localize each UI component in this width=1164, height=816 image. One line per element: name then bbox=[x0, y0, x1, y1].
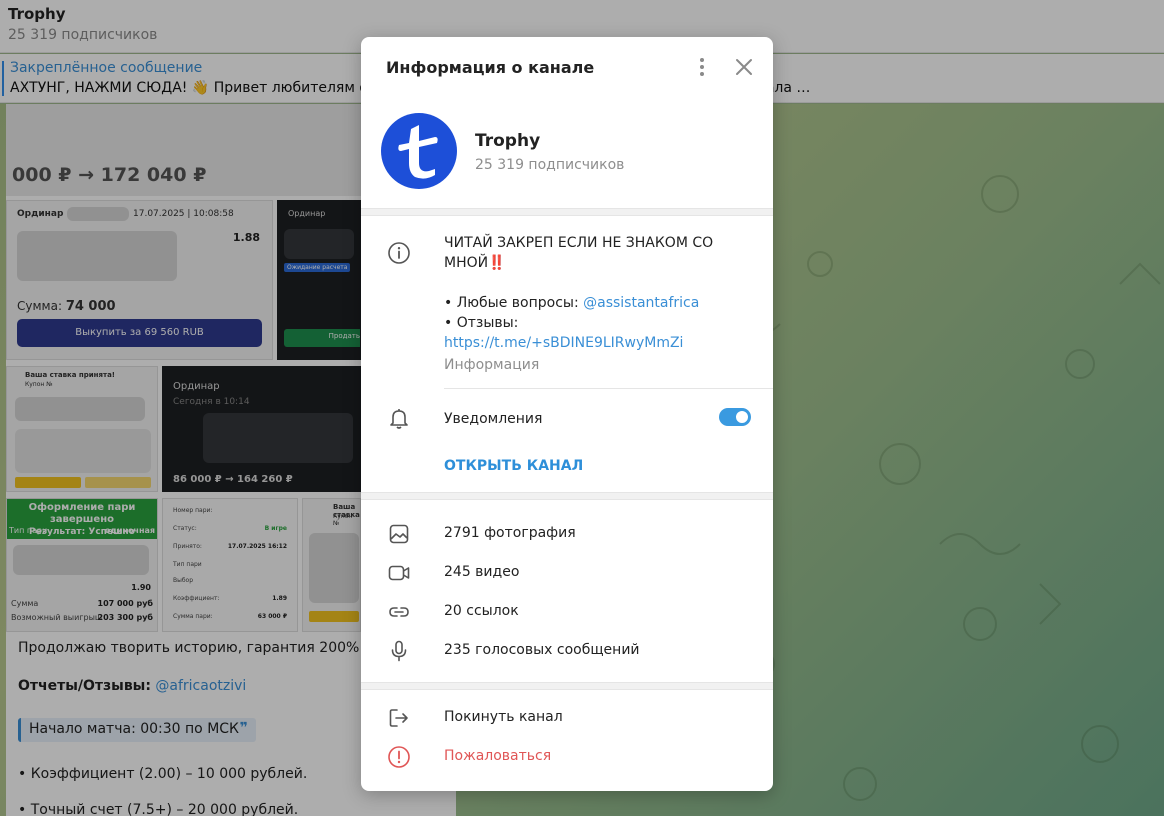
notifications-label: Уведомления bbox=[444, 411, 543, 427]
leave-icon bbox=[387, 706, 411, 730]
description-gap bbox=[444, 273, 744, 293]
divider bbox=[444, 388, 773, 389]
info-icon bbox=[387, 241, 411, 265]
questions-link[interactable]: @assistantafrica bbox=[583, 295, 699, 311]
channel-name: Trophy bbox=[475, 131, 541, 151]
media-videos[interactable]: 245 видео bbox=[444, 564, 519, 580]
more-options-icon[interactable] bbox=[693, 56, 711, 78]
link-icon bbox=[387, 600, 411, 624]
questions-label: • Любые вопросы: bbox=[444, 295, 579, 311]
dialog-title: Информация о канале bbox=[386, 58, 595, 77]
close-icon[interactable] bbox=[733, 56, 755, 78]
microphone-icon bbox=[387, 639, 411, 663]
section-separator bbox=[361, 682, 773, 690]
report-button[interactable]: Пожаловаться bbox=[444, 748, 551, 764]
report-icon bbox=[387, 745, 411, 769]
description-line-1: ЧИТАЙ ЗАКРЕП ЕСЛИ НЕ ЗНАКОМ СО МНОЙ‼️ bbox=[444, 235, 714, 271]
description-reviews-label: • Отзывы: bbox=[444, 315, 519, 331]
reviews-link[interactable]: https://t.me/+sBDINE9LIRwyMmZi bbox=[444, 333, 744, 353]
video-icon bbox=[387, 561, 411, 585]
leave-channel-button[interactable]: Покинуть канал bbox=[444, 709, 563, 725]
media-voice[interactable]: 235 голосовых сообщений bbox=[444, 642, 640, 658]
dialog-header: Информация о канале bbox=[361, 37, 773, 99]
channel-subscribers: 25 319 подписчиков bbox=[475, 157, 625, 173]
toggle-knob bbox=[734, 409, 750, 425]
channel-info-dialog: Информация о канале Trophy 25 319 подпис… bbox=[361, 37, 773, 791]
notifications-toggle[interactable] bbox=[719, 408, 751, 426]
description-caption: Информация bbox=[444, 357, 540, 373]
section-separator bbox=[361, 208, 773, 216]
channel-logo-icon bbox=[398, 125, 438, 179]
media-photos[interactable]: 2791 фотография bbox=[444, 525, 576, 541]
open-channel-button[interactable]: ОТКРЫТЬ КАНАЛ bbox=[444, 458, 583, 474]
channel-avatar[interactable] bbox=[381, 113, 457, 189]
section-separator bbox=[361, 492, 773, 500]
bell-icon bbox=[387, 406, 411, 430]
media-links[interactable]: 20 ссылок bbox=[444, 603, 519, 619]
photo-icon bbox=[387, 522, 411, 546]
description-questions: • Любые вопросы: @assistantafrica bbox=[444, 293, 744, 313]
channel-description: ЧИТАЙ ЗАКРЕП ЕСЛИ НЕ ЗНАКОМ СО МНОЙ‼️ • … bbox=[444, 233, 744, 375]
